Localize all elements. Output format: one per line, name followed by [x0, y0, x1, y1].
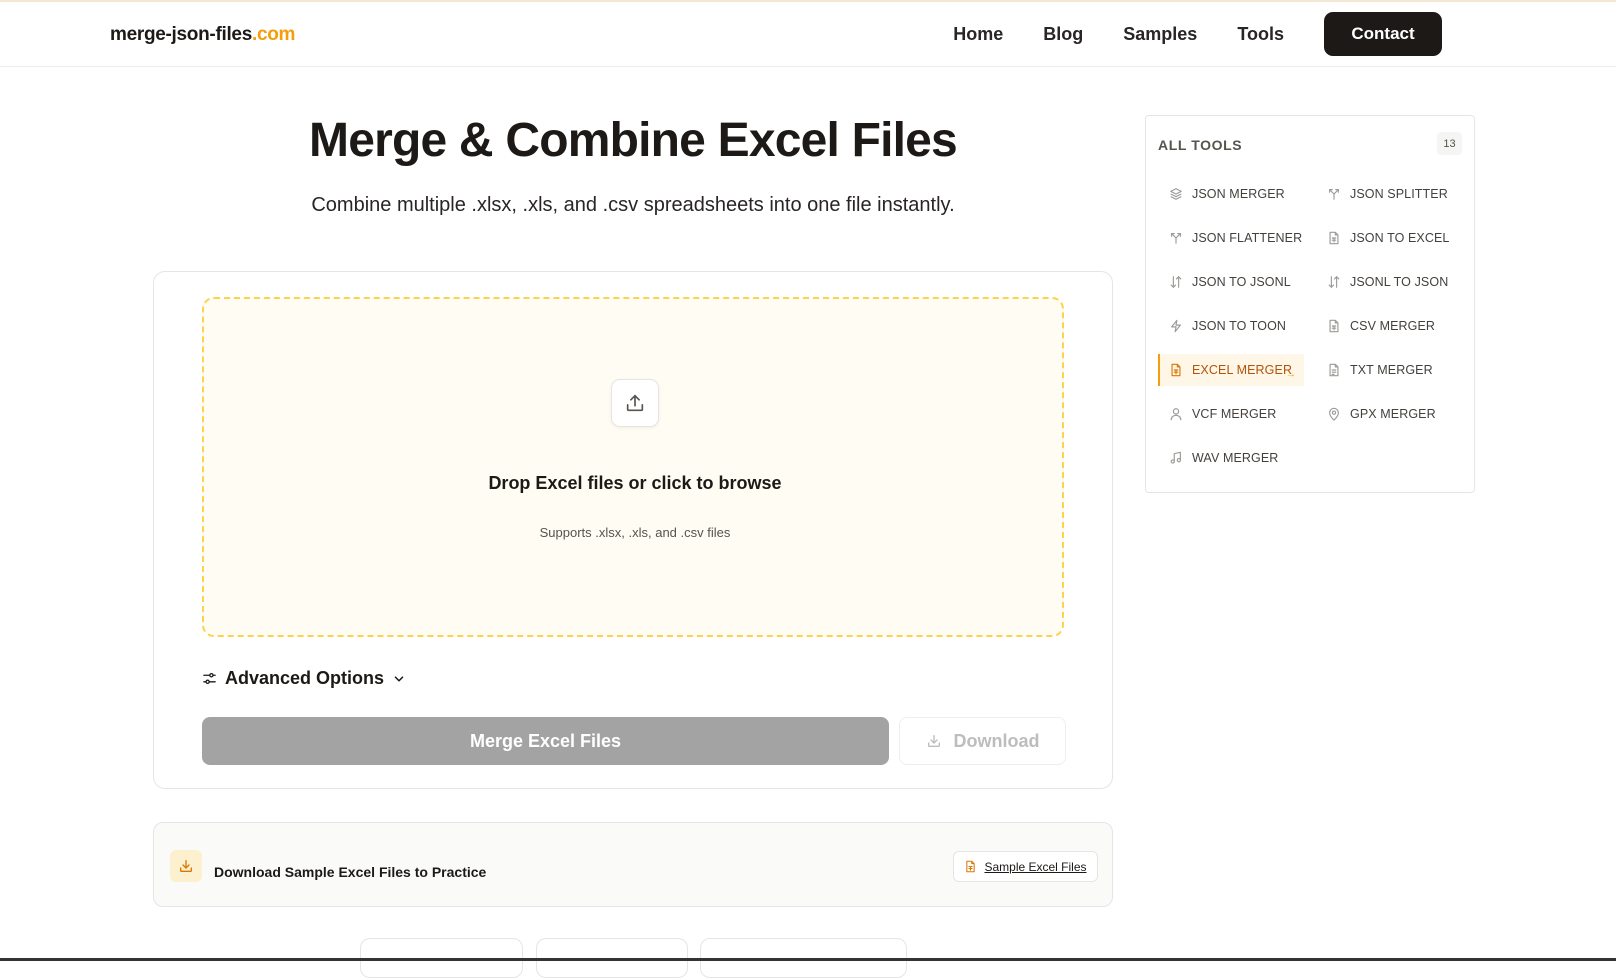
tool-label: JSON TO JSONL	[1192, 275, 1291, 289]
map-pin-icon	[1326, 406, 1342, 422]
tool-label: WAV MERGER	[1192, 451, 1279, 465]
chevron-down-icon	[392, 672, 406, 686]
dropzone-title: Drop Excel files or click to browse	[488, 473, 782, 493]
dropzone-subtitle: Supports .xlsx, .xls, and .csv files	[539, 525, 731, 540]
tools-count-badge: 13	[1437, 132, 1462, 155]
advanced-options-label: Advanced Options	[225, 668, 385, 688]
merge-button[interactable]: Merge Excel Files	[202, 717, 889, 765]
file-spreadsheet-icon	[1326, 318, 1342, 334]
download-label: Download	[953, 730, 1040, 751]
arrow-right-icon: →	[1285, 369, 1296, 380]
tool-label: JSON TO EXCEL	[1350, 231, 1450, 245]
tool-wav-merger[interactable]: WAV MERGER	[1158, 442, 1304, 474]
advanced-options-toggle[interactable]: Advanced Options	[202, 668, 406, 689]
tool-json-to-jsonl[interactable]: JSON TO JSONL	[1158, 266, 1304, 298]
tool-label: VCF MERGER	[1192, 407, 1277, 421]
page-title: Merge & Combine Excel Files	[309, 114, 958, 167]
file-spreadsheet-icon	[1168, 362, 1184, 378]
site-logo[interactable]: merge-json-files.com	[110, 24, 295, 46]
tool-json-to-excel[interactable]: JSON TO EXCEL	[1316, 222, 1462, 254]
tool-jsonl-to-json[interactable]: JSONL TO JSON	[1316, 266, 1462, 298]
arrows-up-down-icon	[1326, 274, 1342, 290]
nav-home[interactable]: Home	[953, 24, 1003, 45]
tool-csv-merger[interactable]: CSV MERGER	[1316, 310, 1462, 342]
download-icon	[170, 850, 202, 882]
tool-gpx-merger[interactable]: GPX MERGER	[1316, 398, 1462, 430]
bolt-icon	[1168, 318, 1184, 334]
tool-label: JSON MERGER	[1192, 187, 1285, 201]
tool-label: JSON TO TOON	[1192, 319, 1287, 333]
upload-icon	[611, 379, 659, 427]
nav-samples[interactable]: Samples	[1123, 24, 1197, 45]
music-icon	[1168, 450, 1184, 466]
layers-icon	[1168, 186, 1184, 202]
tool-txt-merger[interactable]: TXT MERGER	[1316, 354, 1462, 386]
tool-excel-merger[interactable]: EXCEL MERGER →	[1158, 354, 1304, 386]
site-header: merge-json-files.com Home Blog Samples T…	[0, 2, 1616, 67]
file-spreadsheet-icon	[1326, 230, 1342, 246]
tool-label: JSON FLATTENER	[1192, 231, 1303, 245]
user-icon	[1168, 406, 1184, 422]
download-button[interactable]: Download	[899, 717, 1066, 765]
tool-label: JSON SPLITTER	[1350, 187, 1448, 201]
tool-label: CSV MERGER	[1350, 319, 1436, 333]
sample-files-link-label: Sample Excel Files	[984, 859, 1087, 874]
sliders-icon	[202, 671, 217, 686]
logo-tld: .com	[251, 24, 296, 45]
download-icon	[926, 733, 942, 749]
tool-label: EXCEL MERGER	[1192, 363, 1293, 377]
file-dropzone[interactable]: Drop Excel files or click to browse Supp…	[202, 297, 1064, 637]
tool-label: GPX MERGER	[1350, 407, 1436, 421]
nav-tools[interactable]: Tools	[1237, 24, 1284, 45]
file-spreadsheet-icon	[964, 860, 977, 873]
sample-files-text: Download Sample Excel Files to Practice	[214, 864, 487, 880]
split-icon	[1326, 186, 1342, 202]
tool-label: TXT MERGER	[1350, 363, 1433, 377]
contact-button[interactable]: Contact	[1324, 12, 1442, 56]
arrows-up-down-icon	[1168, 274, 1184, 290]
merge-tool-card: Drop Excel files or click to browse Supp…	[153, 271, 1113, 789]
page-subtitle: Combine multiple .xlsx, .xls, and .csv s…	[311, 194, 955, 216]
merge-icon	[1168, 230, 1184, 246]
nav-blog[interactable]: Blog	[1043, 24, 1083, 45]
sidebar-title: ALL TOOLS	[1158, 137, 1243, 153]
tool-json-splitter[interactable]: JSON SPLITTER	[1316, 178, 1462, 210]
tool-json-to-toon[interactable]: JSON TO TOON	[1158, 310, 1304, 342]
tool-label: JSONL TO JSON	[1350, 275, 1449, 289]
logo-name: merge-json-files	[110, 24, 252, 45]
sample-files-link[interactable]: Sample Excel Files	[953, 851, 1098, 882]
sample-files-banner: Download Sample Excel Files to Practice …	[153, 822, 1113, 907]
main-nav: Home Blog Samples Tools Contact	[953, 12, 1442, 56]
tool-vcf-merger[interactable]: VCF MERGER	[1158, 398, 1304, 430]
file-text-icon	[1326, 362, 1342, 378]
all-tools-sidebar: ALL TOOLS 13 JSON MERGER JSON SPLITTER J…	[1145, 115, 1475, 493]
tool-json-merger[interactable]: JSON MERGER	[1158, 178, 1304, 210]
tool-json-flattener[interactable]: JSON FLATTENER	[1158, 222, 1304, 254]
